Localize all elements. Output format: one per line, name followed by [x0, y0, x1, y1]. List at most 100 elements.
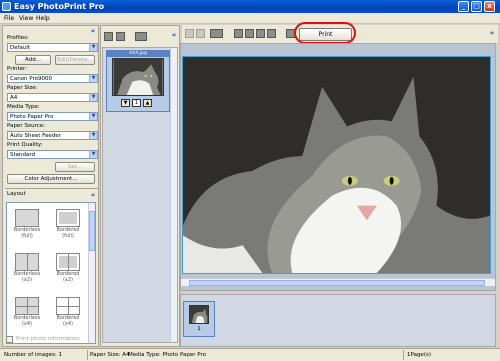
title-bar: Easy PhotoPrint Pro _ □ x	[0, 0, 500, 13]
sort-icon[interactable]	[104, 32, 113, 41]
thumbnail-list: AAA.jpg ▼ 1 ▲	[102, 47, 178, 343]
collapse-layout-icon[interactable]: «	[89, 191, 97, 199]
paper-size-value: A4	[10, 95, 18, 101]
layout-label-line2: (x4)	[21, 321, 33, 327]
paper-source-dropdown[interactable]: Auto Sheet Feeder ▼	[7, 131, 98, 140]
layout-label-line2: (full)	[62, 233, 74, 239]
page-count: 1Page(s)	[407, 352, 431, 358]
settings-panel: « Profiles: Default ▼ Add... Edit/Delete…	[2, 25, 99, 347]
print-quality-label: Print Quality:	[7, 142, 43, 148]
status-bar: Number of images: 1 Paper Size: A4 Media…	[0, 348, 500, 361]
thumbnail-toolbar: «	[101, 26, 179, 46]
chevron-down-icon: ▼	[89, 132, 97, 139]
media-type-value: Photo Paper Pro	[10, 114, 54, 120]
layout-label: Layout	[7, 191, 26, 197]
paper-source-label: Paper Source:	[7, 123, 46, 129]
layout-bordered-x2[interactable]: Bordered (x2)	[53, 253, 83, 283]
printer-dropdown[interactable]: Canon Pro9000 ▼	[7, 74, 98, 83]
divider	[5, 188, 98, 189]
layout-thumbnail	[56, 209, 80, 227]
view-mode-icon[interactable]	[135, 32, 147, 41]
profiles-label: Profiles:	[7, 35, 29, 41]
thumbnail-filename: AAA.jpg	[107, 51, 169, 57]
thumbnail-scrollbar[interactable]	[170, 48, 177, 342]
page-number: 1	[197, 326, 201, 332]
previous-page-icon[interactable]	[185, 29, 194, 38]
layout-label-line2: (x2)	[62, 277, 74, 283]
menu-view[interactable]: View	[19, 14, 33, 23]
layout-bordered-full[interactable]: Bordered (full)	[53, 209, 83, 239]
edit-delete-button[interactable]: Edit/Delete...	[55, 55, 95, 65]
layout-thumbnail	[15, 253, 39, 271]
minimize-button[interactable]: _	[458, 1, 469, 12]
status-media-type: Media Type: Photo Paper Pro	[128, 352, 206, 358]
rotate-right-icon[interactable]	[245, 29, 254, 38]
layout-thumbnail	[56, 253, 80, 271]
edit-icon[interactable]	[267, 29, 276, 38]
crop-icon[interactable]	[256, 29, 265, 38]
collapse-panel-icon[interactable]: «	[89, 27, 97, 35]
print-photo-info-checkbox[interactable]	[6, 336, 13, 343]
scrollbar-thumb[interactable]	[89, 211, 95, 251]
layout-bordered-x4[interactable]: Bordered (x4)	[53, 297, 83, 327]
paper-size-dropdown[interactable]: A4 ▼	[7, 93, 98, 102]
layout-label-line2: (full)	[21, 233, 33, 239]
app-icon	[2, 2, 11, 11]
chevron-down-icon: ▼	[89, 113, 97, 120]
collapse-main-icon[interactable]: »	[488, 29, 496, 37]
paper-source-value: Auto Sheet Feeder	[10, 133, 61, 139]
layout-borderless-full[interactable]: Borderless (full)	[12, 209, 42, 239]
profiles-value: Default	[10, 45, 31, 51]
menu-help[interactable]: Help	[36, 14, 50, 23]
color-adjustment-button[interactable]: Color Adjustment...	[7, 174, 95, 184]
chevron-down-icon: ▼	[89, 44, 97, 51]
quality-set-button[interactable]: Set...	[55, 162, 95, 172]
status-paper-size: Paper Size: A4	[90, 352, 130, 358]
cat-photo-preview	[182, 56, 491, 274]
add-profile-button[interactable]: Add...	[15, 55, 51, 65]
layout-label-line2: (x4)	[62, 321, 74, 327]
layout-options-icon[interactable]	[210, 29, 223, 38]
close-button[interactable]: x	[484, 1, 495, 12]
layout-label-line2: (x2)	[21, 277, 33, 283]
cat-photo-page-thumbnail	[189, 305, 209, 324]
layout-borderless-x4[interactable]: Borderless (x4)	[12, 297, 42, 327]
menu-file[interactable]: File	[4, 14, 14, 23]
status-divider	[403, 350, 404, 360]
profiles-dropdown[interactable]: Default ▼	[7, 43, 98, 52]
chevron-down-icon: ▼	[89, 151, 97, 158]
chevron-down-icon: ▼	[89, 94, 97, 101]
print-quality-dropdown[interactable]: Standard ▼	[7, 150, 98, 159]
decrease-copies-button[interactable]: ▼	[121, 99, 130, 107]
printer-value: Canon Pro9000	[10, 76, 53, 82]
window-title: Easy PhotoPrint Pro	[14, 2, 105, 11]
menu-bar: File View Help	[0, 13, 500, 24]
increase-copies-button[interactable]: ▲	[143, 99, 152, 107]
select-all-icon[interactable]	[116, 32, 125, 41]
page-filmstrip: 1	[180, 294, 496, 347]
printer-label: Printer:	[7, 66, 28, 72]
print-photo-info-label: Print photo information	[16, 336, 80, 342]
media-type-dropdown[interactable]: Photo Paper Pro ▼	[7, 112, 98, 121]
cat-photo-thumbnail	[112, 58, 164, 96]
page-thumbnail[interactable]: 1	[183, 301, 215, 337]
copies-value[interactable]: 1	[132, 99, 141, 107]
scrollbar-thumb[interactable]	[189, 280, 485, 286]
highlight-circle	[294, 22, 356, 44]
layout-list: Borderless (full) Bordered (full) Border…	[6, 202, 96, 344]
image-count: Number of images: 1	[4, 352, 62, 358]
layout-borderless-x2[interactable]: Borderless (x2)	[12, 253, 42, 283]
rotate-left-icon[interactable]	[234, 29, 243, 38]
layout-scrollbar[interactable]	[88, 203, 95, 343]
next-page-icon[interactable]	[196, 29, 205, 38]
preview-scrollbar[interactable]	[181, 278, 495, 286]
paper-size-label: Paper Size:	[7, 85, 38, 91]
status-divider	[87, 350, 88, 360]
layout-thumbnail	[15, 297, 39, 315]
print-quality-value: Standard	[10, 152, 36, 158]
layout-thumbnail	[15, 209, 39, 227]
collapse-thumbnails-icon[interactable]: «	[170, 31, 178, 39]
layout-thumbnail	[56, 297, 80, 315]
maximize-button[interactable]: □	[471, 1, 482, 12]
thumbnail-item[interactable]: AAA.jpg ▼ 1 ▲	[106, 50, 170, 112]
